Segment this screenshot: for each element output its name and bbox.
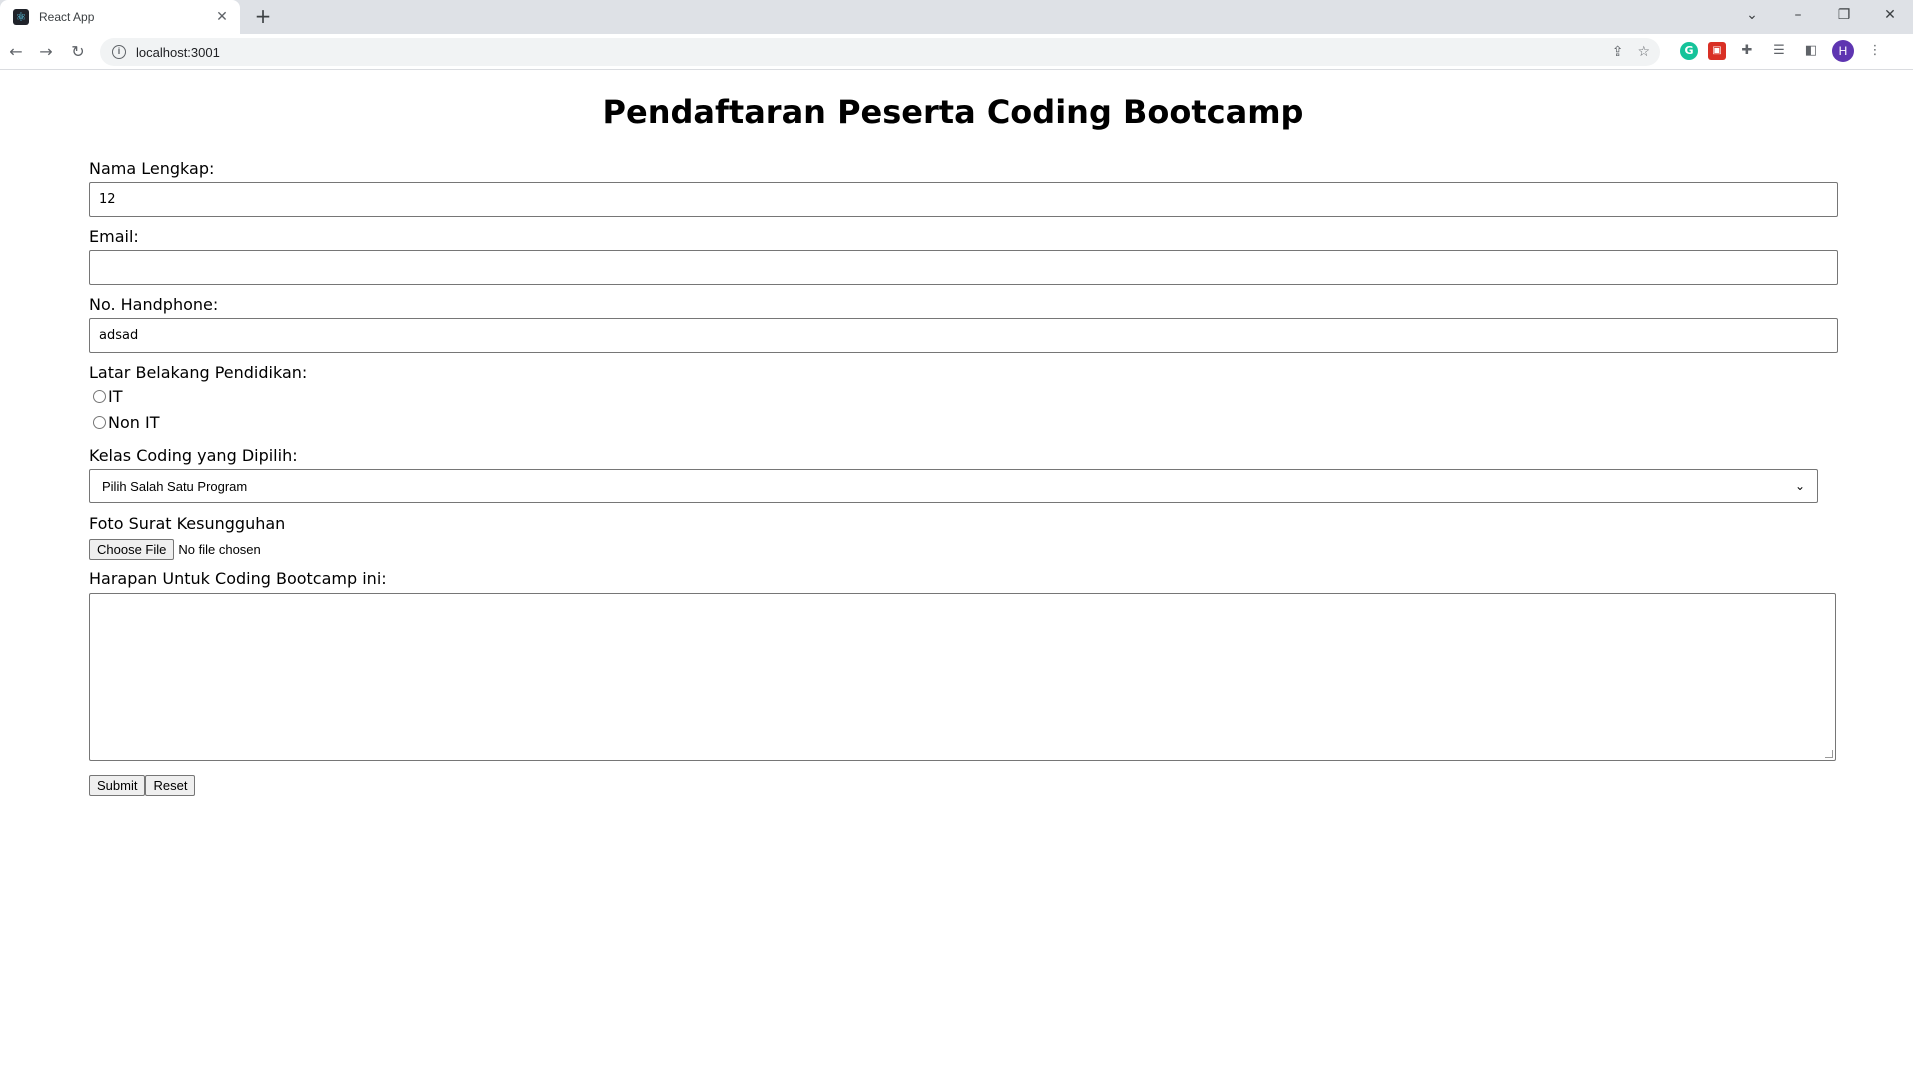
bookmark-star-icon[interactable]: ☆	[1637, 44, 1650, 60]
page-content: Pendaftaran Peserta Coding Bootcamp Nama…	[0, 71, 1913, 1080]
radio-option-it[interactable]: IT	[93, 387, 123, 406]
page-title: Pendaftaran Peserta Coding Bootcamp	[602, 93, 1304, 131]
harapan-label: Harapan Untuk Coding Bootcamp ini:	[89, 569, 387, 588]
tab-strip: ⚛ React App ✕ + ⌄ – ❐ ✕	[0, 0, 1913, 34]
submit-button[interactable]: Submit	[89, 775, 146, 796]
kelas-label: Kelas Coding yang Dipilih:	[89, 446, 298, 465]
radio-non-it-label: Non IT	[108, 413, 160, 432]
red-extension-icon[interactable]: ▣	[1708, 42, 1726, 60]
extensions-area: G ▣ ✚ ☰ ◧ H ⋮	[1680, 40, 1886, 62]
nama-label: Nama Lengkap:	[89, 159, 215, 178]
minimize-icon[interactable]: –	[1775, 0, 1821, 30]
harapan-textarea[interactable]	[89, 593, 1836, 761]
close-window-icon[interactable]: ✕	[1867, 0, 1913, 30]
forward-arrow-icon[interactable]: →	[34, 40, 58, 64]
browser-toolbar: ← → ↻ i localhost:3001 ⇪ ☆ G ▣ ✚ ☰ ◧ H ⋮	[0, 34, 1913, 70]
kelas-select[interactable]: Pilih Salah Satu Program ⌄	[89, 469, 1818, 503]
reload-icon[interactable]: ↻	[66, 40, 90, 64]
back-arrow-icon[interactable]: ←	[4, 40, 28, 64]
file-input[interactable]: Choose File No file chosen	[89, 539, 261, 560]
reset-button[interactable]: Reset	[145, 775, 196, 796]
radio-option-non-it[interactable]: Non IT	[93, 413, 159, 432]
handphone-label: No. Handphone:	[89, 295, 219, 314]
file-status: No file chosen	[178, 542, 261, 557]
tab-search-icon[interactable]: ⌄	[1729, 0, 1775, 30]
url-text[interactable]: localhost:3001	[136, 45, 220, 60]
radio-it-label: IT	[108, 387, 123, 406]
browser-tab[interactable]: ⚛ React App ✕	[0, 0, 240, 34]
resize-handle-icon[interactable]	[1825, 750, 1833, 758]
email-label: Email:	[89, 227, 139, 246]
kebab-menu-icon[interactable]: ⋮	[1864, 40, 1886, 62]
handphone-input[interactable]	[89, 318, 1838, 353]
address-bar[interactable]: i localhost:3001 ⇪ ☆	[100, 38, 1660, 66]
radio-non-it[interactable]	[93, 416, 106, 429]
chevron-down-icon: ⌄	[1794, 479, 1805, 493]
grammarly-extension-icon[interactable]: G	[1680, 42, 1698, 60]
radio-it[interactable]	[93, 390, 106, 403]
side-panel-icon[interactable]: ◧	[1800, 40, 1822, 62]
foto-label: Foto Surat Kesungguhan	[89, 514, 286, 533]
form-actions: Submit Reset	[89, 775, 196, 796]
close-tab-icon[interactable]: ✕	[214, 9, 230, 25]
puzzle-extensions-icon[interactable]: ✚	[1736, 40, 1758, 62]
site-info-icon[interactable]: i	[112, 45, 126, 59]
react-favicon-icon: ⚛	[13, 9, 29, 25]
nama-lengkap-input[interactable]	[89, 182, 1838, 217]
kelas-select-value: Pilih Salah Satu Program	[102, 478, 248, 494]
new-tab-button[interactable]: +	[252, 6, 274, 28]
pendidikan-label: Latar Belakang Pendidikan:	[89, 363, 308, 382]
email-input[interactable]	[89, 250, 1838, 285]
window-controls: ⌄ – ❐ ✕	[1729, 0, 1913, 34]
profile-avatar[interactable]: H	[1832, 40, 1854, 62]
choose-file-button[interactable]: Choose File	[89, 539, 175, 560]
reading-list-icon[interactable]: ☰	[1768, 40, 1790, 62]
share-icon[interactable]: ⇪	[1612, 44, 1624, 60]
tab-title: React App	[39, 10, 95, 24]
restore-icon[interactable]: ❐	[1821, 0, 1867, 30]
